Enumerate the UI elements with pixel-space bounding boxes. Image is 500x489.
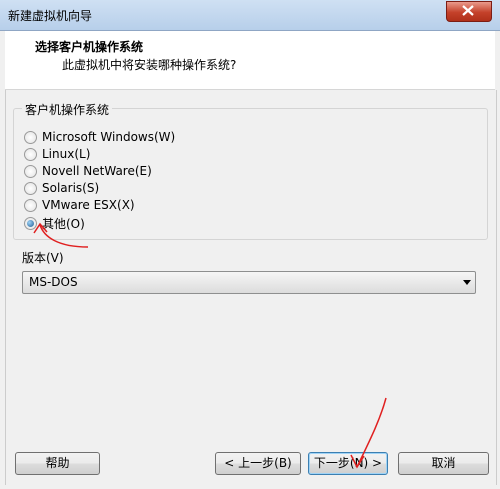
page-title: 选择客户机操作系统 — [35, 40, 144, 54]
close-button[interactable] — [446, 1, 492, 22]
next-button[interactable]: 下一步(N) > — [308, 452, 388, 475]
new-vm-wizard-window: 新建虚拟机向导 选择客户机操作系统 此虚拟机中将安装哪种操作系统? 客户机操作系… — [0, 0, 500, 489]
cancel-button[interactable]: 取消 — [398, 452, 489, 475]
version-label: 版本(V) — [22, 251, 64, 265]
help-button[interactable]: 帮助 — [15, 452, 100, 475]
radio-option-windows[interactable]: Microsoft Windows(W) — [24, 129, 175, 145]
title-bar: 新建虚拟机向导 — [0, 0, 500, 31]
radio-button[interactable] — [24, 147, 37, 161]
guest-os-group-label: 客户机操作系统 — [22, 101, 113, 118]
radio-option-linux[interactable]: Linux(L) — [24, 146, 90, 162]
page-subtitle: 此虚拟机中将安装哪种操作系统? — [62, 58, 237, 72]
radio-button[interactable] — [24, 181, 37, 195]
back-button[interactable]: < 上一步(B) — [215, 452, 301, 475]
radio-label: VMware ESX(X) — [42, 198, 135, 212]
radio-label: Linux(L) — [42, 147, 91, 161]
radio-option-solaris[interactable]: Solaris(S) — [24, 180, 99, 196]
radio-label: Microsoft Windows(W) — [42, 130, 176, 144]
radio-button[interactable] — [24, 198, 37, 212]
radio-option-other[interactable]: 其他(O) — [24, 215, 85, 231]
wizard-header: 选择客户机操作系统 此虚拟机中将安装哪种操作系统? — [5, 31, 495, 90]
radio-button[interactable] — [24, 130, 37, 144]
radio-option-netware[interactable]: Novell NetWare(E) — [24, 163, 152, 179]
window-title: 新建虚拟机向导 — [8, 9, 93, 23]
version-select[interactable]: MS-DOS — [22, 271, 476, 294]
radio-label: Novell NetWare(E) — [42, 164, 152, 178]
radio-option-vmware-esx[interactable]: VMware ESX(X) — [24, 197, 135, 213]
dropdown-arrow-icon[interactable] — [463, 280, 471, 285]
radio-button[interactable] — [24, 164, 37, 178]
radio-button-checked[interactable] — [24, 216, 37, 230]
version-select-value: MS-DOS — [29, 275, 78, 289]
radio-label: 其他(O) — [42, 216, 85, 231]
radio-label: Solaris(S) — [42, 181, 100, 195]
close-icon — [462, 5, 474, 16]
